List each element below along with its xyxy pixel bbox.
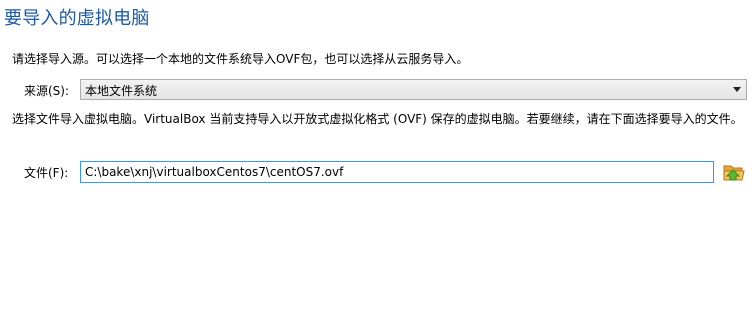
import-appliance-page: 要导入的虚拟电脑 请选择导入源。可以选择一个本地的文件系统导入OVF包，也可以选… — [0, 0, 756, 326]
file-row: 文件(F): — [0, 161, 756, 183]
browse-file-button[interactable] — [722, 161, 746, 183]
source-select[interactable]: 本地文件系统 — [80, 79, 747, 100]
file-label: 文件(F): — [24, 166, 69, 180]
page-title: 要导入的虚拟电脑 — [4, 8, 150, 29]
file-path-input[interactable] — [80, 161, 714, 183]
source-label: 来源(S): — [24, 84, 70, 98]
source-selected-value: 本地文件系统 — [85, 84, 158, 98]
chevron-down-icon[interactable] — [733, 87, 741, 92]
folder-open-icon — [723, 165, 745, 181]
description-text: 选择文件导入虚拟电脑。VirtualBox 当前支持导入以开放式虚拟化格式 (O… — [12, 112, 743, 126]
intro-text: 请选择导入源。可以选择一个本地的文件系统导入OVF包，也可以选择从云服务导入。 — [12, 52, 469, 66]
source-row: 来源(S): 本地文件系统 — [0, 79, 756, 101]
